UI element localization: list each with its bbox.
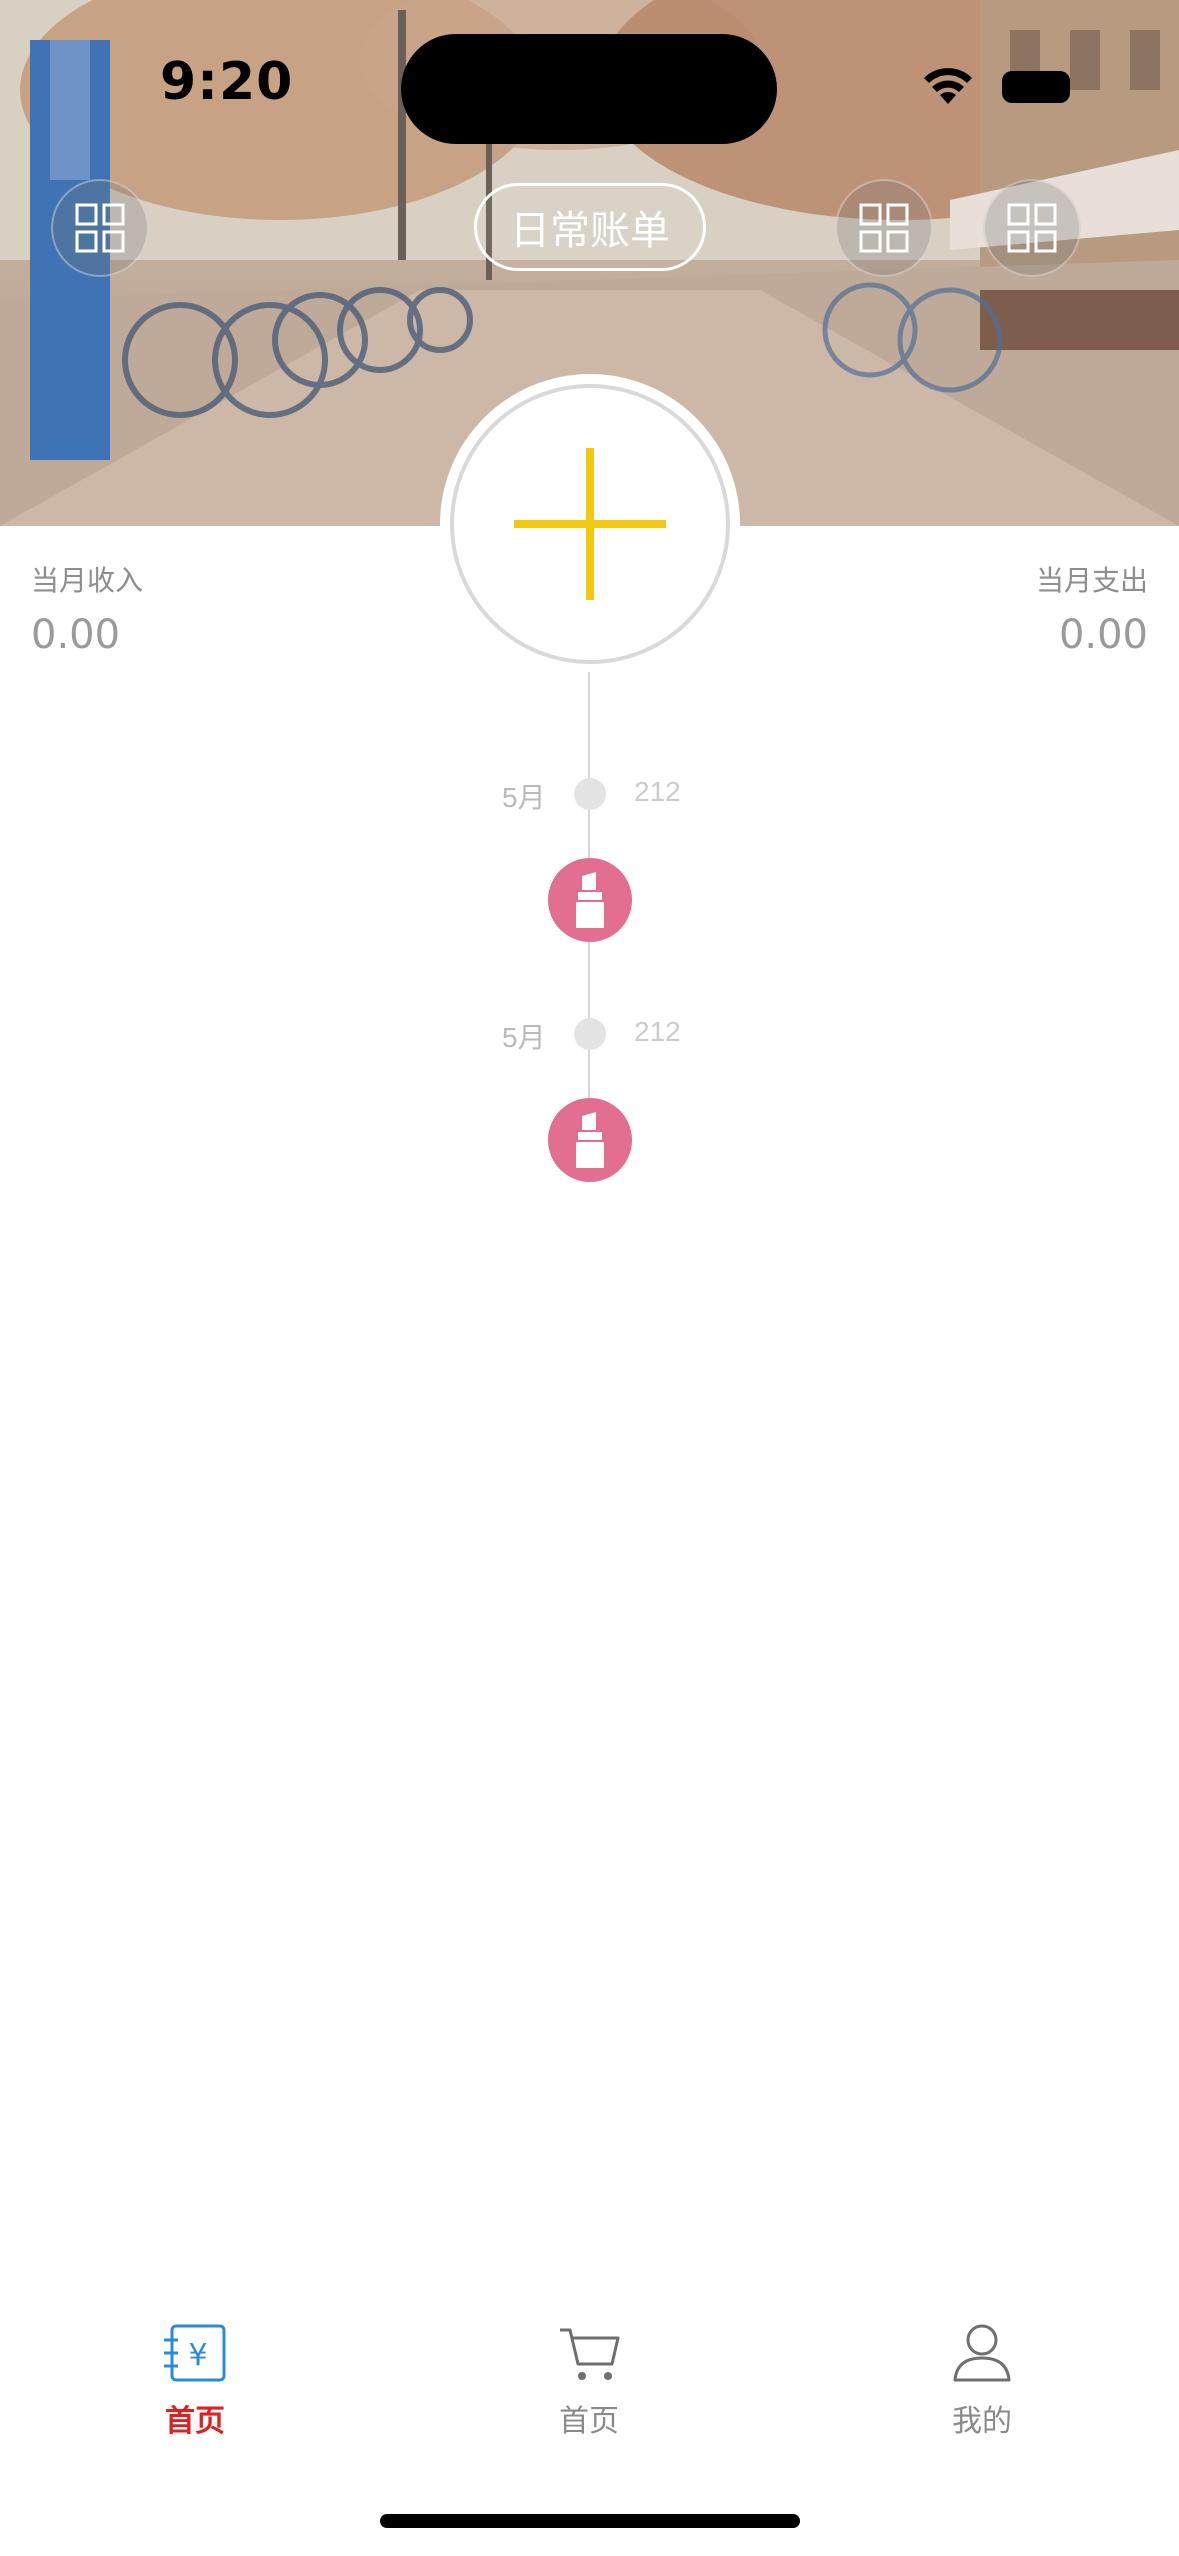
person-icon — [953, 2324, 1011, 2382]
grid-menu-button-left[interactable] — [51, 179, 149, 277]
grid-icon — [859, 203, 909, 253]
battery-icon — [1002, 71, 1070, 103]
bill-yuan-icon: ¥ — [164, 2324, 226, 2382]
plus-icon — [514, 448, 666, 600]
timeline-month: 5月 — [502, 782, 546, 813]
svg-text:¥: ¥ — [188, 2338, 207, 2373]
expense-label: 当月支出 — [1035, 564, 1148, 597]
status-time: 9:20 — [160, 52, 294, 112]
home-indicator — [380, 2514, 800, 2528]
tab-label: 首页 — [165, 2404, 225, 2439]
tab-shop[interactable]: 首页 — [489, 2320, 689, 2470]
income-value: 0.00 — [31, 612, 121, 658]
grid-menu-button-right-2[interactable] — [983, 179, 1081, 277]
tab-label: 首页 — [559, 2404, 619, 2439]
tab-mine[interactable]: 我的 — [882, 2320, 1082, 2470]
expense-value: 0.00 — [1058, 612, 1148, 658]
timeline-record-item[interactable] — [548, 858, 632, 942]
timeline-day: 212 — [634, 1016, 681, 1047]
income-label: 当月收入 — [31, 564, 144, 597]
tab-home-bills[interactable]: ¥ 首页 — [95, 2320, 295, 2470]
timeline-day: 212 — [634, 776, 681, 807]
timeline-month: 5月 — [502, 1022, 546, 1053]
timeline-date-dot — [574, 778, 606, 810]
dynamic-island — [401, 34, 777, 144]
timeline-record-item[interactable] — [548, 1098, 632, 1182]
bill-type-selector[interactable]: 日常账单 — [474, 183, 706, 271]
timeline-date-dot — [574, 1018, 606, 1050]
cart-icon — [560, 2328, 620, 2380]
grid-menu-button-right-1[interactable] — [835, 179, 933, 277]
grid-icon — [75, 203, 125, 253]
tab-label: 我的 — [952, 2404, 1012, 2439]
wifi-icon — [924, 68, 972, 104]
lipstick-icon — [576, 1112, 604, 1168]
lipstick-icon — [576, 872, 604, 928]
add-record-button[interactable] — [450, 384, 730, 664]
grid-icon — [1007, 203, 1057, 253]
